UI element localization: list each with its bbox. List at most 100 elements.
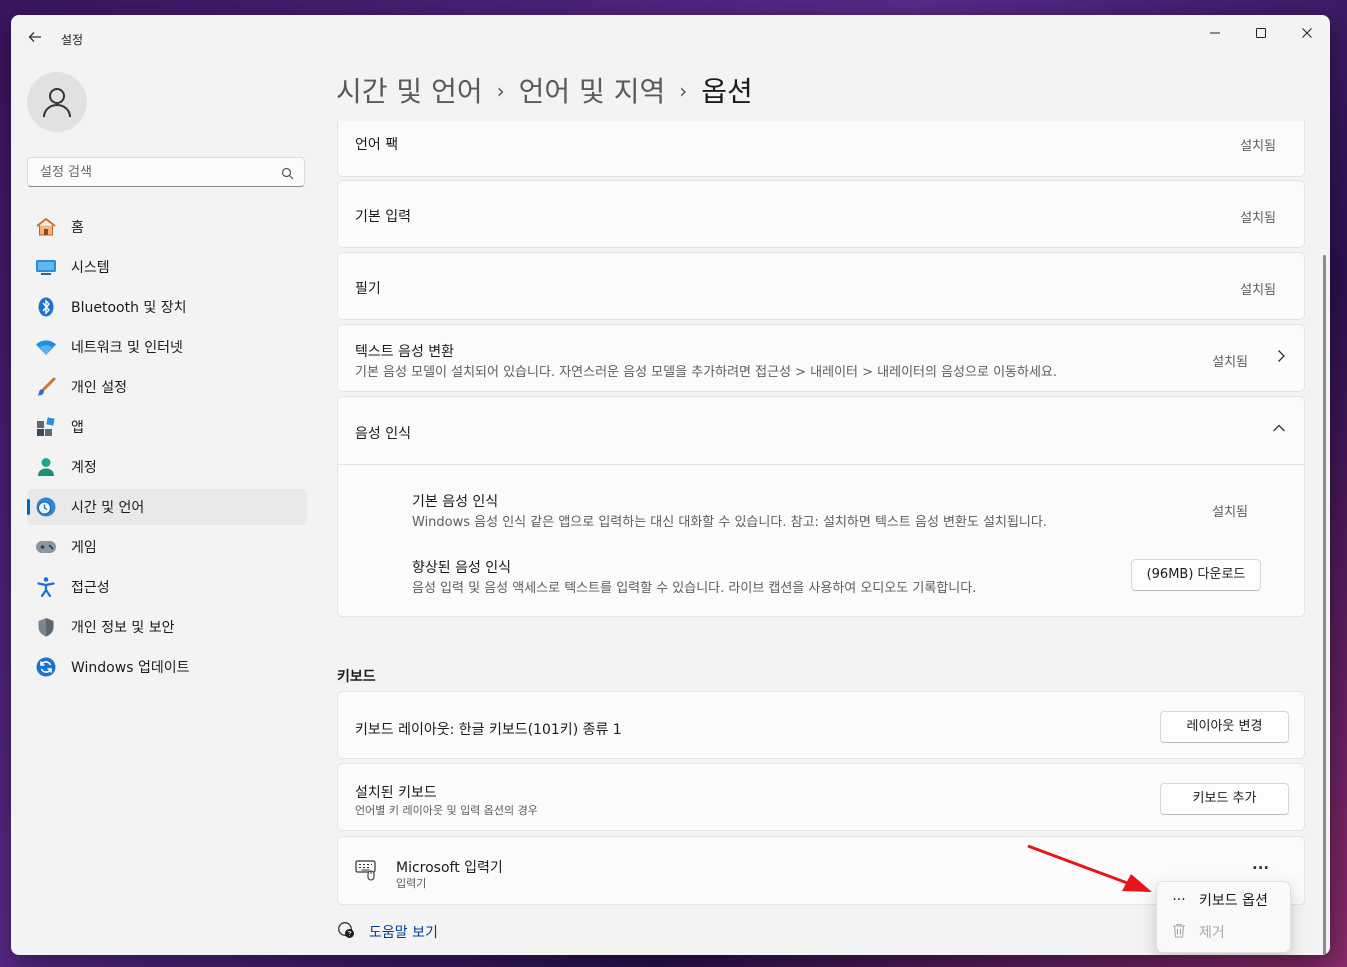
sidebar-item-label: 홈 [71,220,84,236]
sidebar-item-personalization[interactable]: 개인 설정 [27,369,307,405]
sidebar-item-label: 시간 및 언어 [71,500,145,516]
add-keyboard-button[interactable]: 키보드 추가 [1160,783,1289,815]
breadcrumb-separator: › [679,79,688,103]
help-icon [337,921,355,943]
download-button[interactable]: (96MB) 다운로드 [1131,559,1261,591]
sidebar-item-time-language[interactable]: 시간 및 언어 [27,489,307,525]
brush-icon [35,376,57,398]
home-icon [35,216,57,238]
basic-typing-card: 기본 입력 설치됨 [337,180,1305,248]
card-title: 키보드 레이아웃: 한글 키보드(101키) 종류 1 [355,722,622,738]
bluetooth-icon [35,296,57,318]
sidebar-item-apps[interactable]: 앱 [27,409,307,445]
chevron-right-icon[interactable] [1276,349,1286,367]
context-menu: ··· 키보드 옵션 제거 [1156,881,1291,953]
account-icon [35,456,57,478]
card-title: 기본 입력 [355,209,411,225]
card-title: Microsoft 입력기 [396,860,503,876]
apps-icon [35,416,57,438]
maximize-button[interactable] [1241,21,1281,49]
wifi-icon [35,336,57,358]
shield-icon [35,616,57,638]
help-link-row[interactable]: 도움말 보기 [337,921,438,943]
user-avatar[interactable] [27,72,87,132]
accessibility-icon [35,576,57,598]
sidebar-item-system[interactable]: 시스템 [27,249,307,285]
trash-icon [1169,923,1189,942]
sidebar-item-network[interactable]: 네트워크 및 인터넷 [27,329,307,365]
status-label: 설치됨 [1212,505,1248,520]
sidebar-item-label: 네트워크 및 인터넷 [71,340,183,356]
help-link[interactable]: 도움말 보기 [369,922,438,942]
sidebar-item-label: 접근성 [71,580,110,596]
sidebar-item-gaming[interactable]: 게임 [27,529,307,565]
sidebar-item-privacy[interactable]: 개인 정보 및 보안 [27,609,307,645]
status-label: 설치됨 [1240,211,1276,226]
keyboard-section-label: 키보드 [337,669,376,685]
sidebar-item-label: Windows 업데이트 [71,660,190,676]
keyboard-icon [355,859,379,885]
installed-keyboards-card: 설치된 키보드 언어별 키 레이아웃 및 입력 옵션의 경우 키보드 추가 [337,763,1305,831]
breadcrumb-time-language[interactable]: 시간 및 언어 [336,75,483,108]
sidebar-item-label: 개인 설정 [71,380,127,396]
status-label: 설치됨 [1240,283,1276,298]
breadcrumb: 시간 및 언어 › 언어 및 지역 › 옵션 [336,70,753,110]
sidebar-item-label: 게임 [71,540,97,556]
minimize-button[interactable] [1195,21,1235,49]
settings-window: 설정 홈 시스템 [11,15,1330,955]
time-language-icon [35,496,57,518]
speech-recognition-card: 음성 인식 기본 음성 인식 Windows 음성 인식 같은 앱으로 입력하는… [337,396,1305,617]
card-description: 입력기 [396,877,427,890]
sidebar-item-accounts[interactable]: 계정 [27,449,307,485]
back-arrow-icon[interactable] [25,29,45,49]
status-label: 설치됨 [1212,355,1248,370]
user-icon [43,88,71,118]
card-description: 언어별 키 레이아웃 및 입력 옵션의 경우 [355,804,538,817]
title-bar: 설정 [11,15,1330,61]
change-layout-button[interactable]: 레이아웃 변경 [1160,711,1289,743]
sidebar-item-accessibility[interactable]: 접근성 [27,569,307,605]
search-box[interactable] [27,157,305,187]
menu-item-label: 키보드 옵션 [1199,893,1268,909]
breadcrumb-language-region[interactable]: 언어 및 지역 [519,75,666,108]
keyboard-layout-card: 키보드 레이아웃: 한글 키보드(101키) 종류 1 레이아웃 변경 [337,691,1305,759]
content-pane: 언어 팩 설치됨 기본 입력 설치됨 필기 설치됨 텍스트 음성 변환 기본 음… [337,121,1305,955]
menu-item-keyboard-options[interactable]: ··· 키보드 옵션 [1157,885,1290,915]
card-title: 설치된 키보드 [355,785,437,801]
card-title: 텍스트 음성 변환 [355,344,455,360]
handwriting-card: 필기 설치됨 [337,252,1305,320]
breadcrumb-separator: › [496,79,505,103]
close-button[interactable] [1287,21,1327,49]
search-icon[interactable] [281,165,294,184]
sidebar-item-label: 계정 [71,460,97,476]
enhanced-speech-title: 향상된 음성 인식 [412,560,512,576]
divider [338,464,1304,465]
more-icon: ··· [1172,892,1186,908]
sidebar-item-label: 앱 [71,420,84,436]
status-label: 설치됨 [1240,139,1276,154]
update-icon [35,656,57,678]
chevron-up-icon[interactable] [1272,421,1286,437]
card-title: 음성 인식 [355,426,411,442]
card-title: 언어 팩 [355,137,399,153]
page-title: 옵션 [701,75,753,108]
sidebar-item-windows-update[interactable]: Windows 업데이트 [27,649,307,685]
gamepad-icon [35,536,57,558]
search-input[interactable] [38,164,272,181]
scrollbar[interactable] [1323,255,1326,955]
sidebar-item-label: 시스템 [71,260,110,276]
menu-item-label: 제거 [1199,925,1225,941]
sidebar-item-label: 개인 정보 및 보안 [71,620,175,636]
sidebar-item-home[interactable]: 홈 [27,209,307,245]
sidebar-nav: 홈 시스템 Bluetooth 및 장치 네트워크 및 인터넷 개인 설정 앱 … [27,209,307,689]
more-options-button[interactable]: ··· [1252,859,1269,877]
sidebar-item-bluetooth[interactable]: Bluetooth 및 장치 [27,289,307,325]
system-icon [35,256,57,278]
enhanced-speech-description: 음성 입력 및 음성 액세스로 텍스트를 입력할 수 있습니다. 라이브 캡션을… [412,581,977,596]
basic-speech-title: 기본 음성 인식 [412,494,499,510]
card-description: 기본 음성 모델이 설치되어 있습니다. 자연스러운 음성 모델을 추가하려면 … [355,365,1057,380]
tts-card[interactable]: 텍스트 음성 변환 기본 음성 모델이 설치되어 있습니다. 자연스러운 음성 … [337,324,1305,392]
app-title: 설정 [61,33,84,47]
menu-item-remove: 제거 [1157,917,1290,947]
language-pack-card: 언어 팩 설치됨 [337,121,1305,177]
